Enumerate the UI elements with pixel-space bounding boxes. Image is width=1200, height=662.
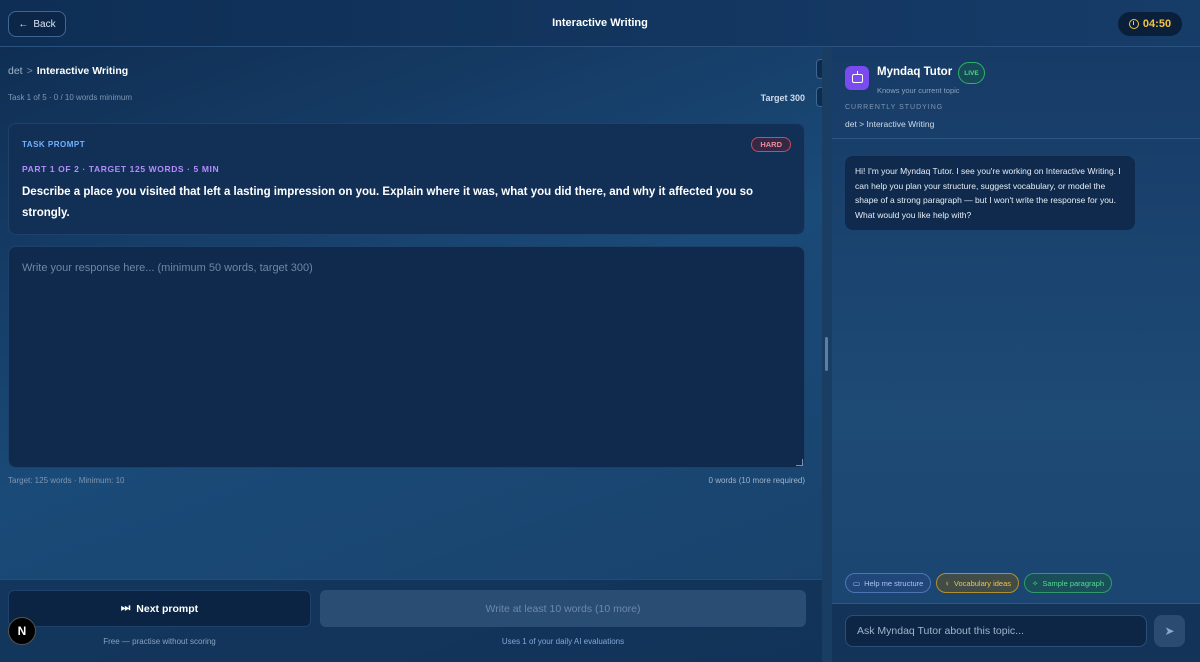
live-badge: LIVE	[958, 62, 985, 84]
prompt-text: Describe a place you visited that left a…	[22, 186, 754, 219]
evaluation-note: Uses 1 of your daily AI evaluations	[501, 637, 625, 646]
sparkle-icon: ✧	[1032, 578, 1039, 588]
resize-handle[interactable]	[796, 459, 803, 466]
suggestion-chips: ▭ Help me structure ♀ Vocabulary ideas ✧…	[845, 573, 1113, 593]
chip-sample-paragraph[interactable]: ✧ Sample paragraph	[1024, 573, 1113, 593]
chip-label: Help me structure	[864, 578, 924, 588]
robot-icon	[845, 66, 869, 90]
app-logo-badge[interactable]: N	[8, 617, 36, 645]
difficulty-badge: HARD	[751, 137, 791, 152]
currently-studying-value: det > Interactive Writing	[845, 119, 935, 129]
clock-icon	[1128, 19, 1139, 29]
action-footer: ⏭ Next prompt Write at least 10 words (1…	[0, 579, 822, 662]
chat-input-bar: ➤	[832, 603, 1200, 662]
task-prompt-label: TASK PROMPT	[22, 140, 86, 149]
practice-note: Free — practise without scoring	[103, 637, 216, 646]
tutor-message: Hi! I'm your Myndaq Tutor. I see you're …	[845, 156, 1135, 230]
tutor-name: Myndaq Tutor	[877, 66, 953, 78]
timer-badge: 04:50	[1118, 12, 1182, 36]
next-prompt-button[interactable]: ⏭ Next prompt	[8, 590, 311, 627]
tutor-subtitle: Knows your current topic	[877, 86, 960, 95]
word-target-hint: Target: 125 words · Minimum: 10	[8, 476, 125, 485]
chip-help-me-structure[interactable]: ▭ Help me structure	[845, 573, 932, 593]
tutor-header: Myndaq Tutor LIVE Knows your current top…	[832, 47, 1200, 139]
chip-label: Vocabulary ideas	[953, 578, 1012, 588]
skip-forward-icon: ⏭	[120, 602, 131, 614]
breadcrumb: det > Interactive Writing	[8, 65, 128, 77]
breadcrumb-separator: >	[26, 65, 33, 77]
panel-divider[interactable]	[822, 47, 832, 662]
currently-studying-label: CURRENTLY STUDYING	[845, 104, 944, 111]
breadcrumb-current: Interactive Writing	[36, 65, 129, 77]
chip-vocabulary-ideas[interactable]: ♀ Vocabulary ideas	[936, 573, 1020, 593]
chat-input[interactable]	[845, 615, 1147, 647]
breadcrumb-root[interactable]: det	[8, 65, 23, 77]
send-button[interactable]: ➤	[1154, 615, 1185, 647]
task-prompt-card: TASK PROMPT HARD PART 1 OF 2 · TARGET 12…	[8, 123, 805, 235]
lightbulb-icon: ♀	[944, 578, 950, 588]
page-title: Interactive Writing	[552, 17, 648, 29]
send-icon: ➤	[1164, 624, 1175, 638]
timer-value: 04:50	[1142, 18, 1172, 30]
book-icon: ▭	[853, 578, 861, 588]
target-label: Target 300	[760, 93, 805, 103]
writing-panel: det > Interactive Writing Task 1 of 5 · 0 …	[0, 47, 822, 662]
word-count: 0 words (10 more required)	[708, 476, 805, 485]
task-progress: Task 1 of 5 · 0 / 10 words minimum	[8, 93, 133, 102]
next-prompt-label: Next prompt	[136, 602, 199, 615]
divider-grip[interactable]	[825, 337, 828, 371]
submit-button-label: Write at least 10 words (10 more)	[485, 602, 641, 615]
prompt-part-info: PART 1 OF 2 · TARGET 125 WORDS · 5 MIN	[22, 164, 220, 174]
top-bar: ← Back Interactive Writing 04:50	[0, 0, 1200, 47]
submit-button[interactable]: Write at least 10 words (10 more)	[320, 590, 806, 627]
tutor-panel: Myndaq Tutor LIVE Knows your current top…	[832, 47, 1200, 662]
response-textarea[interactable]	[8, 246, 805, 468]
chip-label: Sample paragraph	[1042, 578, 1105, 588]
